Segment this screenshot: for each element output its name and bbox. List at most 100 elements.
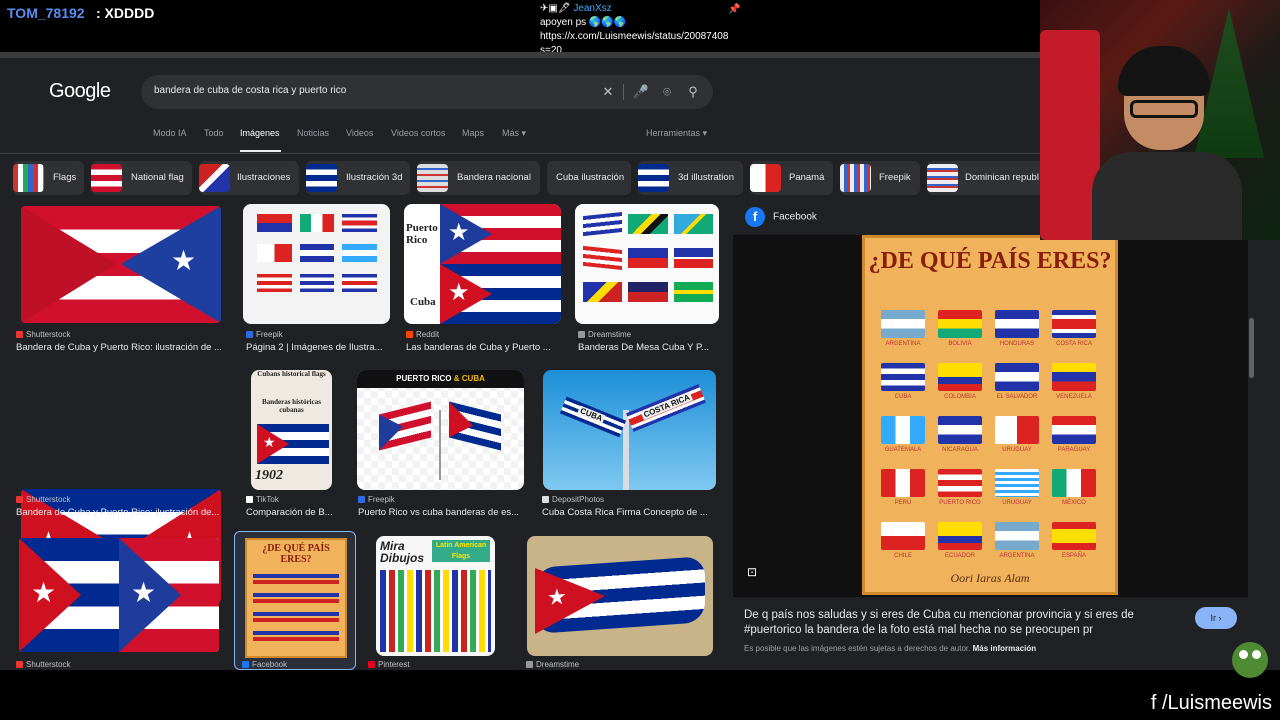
result-image-1[interactable]: ★ <box>21 206 221 323</box>
result-caption[interactable]: Comparación de B... <box>246 507 334 518</box>
stream-chat-bar: TOM_78192 : XDDDD ✈▣🖋 JeanXsz apoyen ps … <box>0 0 1040 56</box>
cuba-flag: ★ <box>440 264 561 324</box>
chip-flags[interactable]: Flags <box>13 161 84 195</box>
tab-videos-cortos[interactable]: Videos cortos <box>391 128 445 138</box>
tools-menu[interactable]: Herramientas ▾ <box>646 128 707 139</box>
result-image-7[interactable]: PUERTO RICO & CUBA <box>357 370 524 490</box>
result-image-8[interactable]: CUBA COSTA RICA <box>543 370 716 490</box>
chip-dominican-republic[interactable]: Dominican republ <box>927 161 1040 195</box>
chip-thumb <box>840 164 871 192</box>
result-image-11[interactable]: Mira Dibujos Latin American Flags <box>376 536 495 656</box>
tile-header-cuba: CUBA <box>461 374 485 383</box>
result-caption[interactable]: Bandera de Cuba y Puerto Rico: ilustraci… <box>16 342 228 353</box>
chat-popup-user: JeanXsz <box>573 3 612 14</box>
chip-ilustracion-3d[interactable]: Ilustración 3d <box>306 161 410 195</box>
chip-cuba-ilustracion[interactable]: Cuba ilustración <box>547 161 631 195</box>
source-label: Shutterstock <box>26 330 71 339</box>
source-label: Freepik <box>256 330 283 339</box>
search-input[interactable]: bandera de cuba de costa rica y puerto r… <box>154 85 346 96</box>
source-label: Shutterstock <box>26 495 71 504</box>
poster-flag <box>938 469 982 497</box>
freepik-icon <box>246 331 253 338</box>
poster-country-label: VENEZUELA <box>1056 394 1092 400</box>
flag-triangle <box>379 408 403 451</box>
result-caption[interactable]: Bandera de Cuba y Puerto Rico: ilustraci… <box>16 507 228 518</box>
result-caption[interactable]: Las banderas de Cuba y Puerto ... <box>406 342 561 353</box>
chip-bandera-nacional[interactable]: Bandera nacional <box>417 161 540 195</box>
result-source: DepositPhotos <box>542 495 604 504</box>
search-box[interactable]: bandera de cuba de costa rica y puerto r… <box>141 75 713 109</box>
result-caption[interactable]: Puerto Rico vs cuba banderas de es... <box>358 507 526 518</box>
mini-flag <box>628 282 668 302</box>
microphone-icon[interactable]: 🎤 <box>632 83 650 101</box>
poster-flag <box>881 363 925 391</box>
source-label: Pinterest <box>378 660 410 669</box>
pepe-emote-icon <box>1232 642 1268 678</box>
chip-3d-illustration[interactable]: 3d illustration <box>638 161 743 195</box>
result-caption[interactable]: Cuba Costa Rica Firma Concepto de ... <box>542 507 714 518</box>
result-image-10-selected[interactable]: ¿DE QUÉ PAÍS ERES? <box>234 531 356 670</box>
chip-thumb <box>927 164 958 192</box>
result-image-6[interactable]: Cubans historical flags Banderas históri… <box>251 370 332 490</box>
result-image-4[interactable] <box>575 204 719 324</box>
chat-popup-line1: apoyen ps 🌎🌎🌎 <box>540 17 627 28</box>
cuba-sign: CUBA <box>559 396 627 438</box>
chip-label: Dominican republ <box>965 172 1039 183</box>
result-source: TikTok <box>246 495 279 504</box>
tab-mas[interactable]: Más ▾ <box>502 128 526 139</box>
star-icon: ★ <box>448 219 470 246</box>
chip-national-flag[interactable]: National flag <box>91 161 192 195</box>
chip-thumb <box>638 164 669 192</box>
mini-flag <box>257 214 292 232</box>
tab-videos[interactable]: Videos <box>346 128 373 138</box>
tab-modo-ia[interactable]: Modo IA <box>153 128 187 138</box>
result-image-9[interactable]: ★ ★ <box>19 538 219 652</box>
streamer-body <box>1092 152 1242 240</box>
result-image-3[interactable]: ★ ★ Puerto Rico Cuba <box>404 204 561 324</box>
result-caption[interactable]: Banderas De Mesa Cuba Y P... <box>578 342 718 353</box>
flag-triangle <box>535 563 605 634</box>
visit-button[interactable]: Ir › <box>1195 607 1237 629</box>
mini-flag <box>628 248 668 268</box>
google-logo[interactable]: Google <box>49 80 111 103</box>
tabs-divider <box>0 153 1040 154</box>
search-icon[interactable]: ⚲ <box>684 83 702 101</box>
preview-image-area[interactable]: ¿DE QUÉ PAÍS ERES? ARGENTINA BOLIVIA HONDU… <box>733 235 1248 597</box>
preview-source[interactable]: f Facebook <box>745 207 817 227</box>
webcam-overlay <box>1040 0 1280 240</box>
result-caption[interactable]: Página 2 | Imágenes de Ilustra... <box>246 342 388 353</box>
poster-flag <box>938 416 982 444</box>
chip-label: 3d illustration <box>678 172 734 183</box>
chip-freepik[interactable]: Freepik <box>840 161 920 195</box>
poster-country-label: COLOMBIA <box>944 394 976 400</box>
tab-maps[interactable]: Maps <box>462 128 484 138</box>
gaming-chair <box>1040 30 1100 240</box>
chat-popup-link: https://x.com/Luismeewis/status/20087408 <box>540 31 729 42</box>
tab-noticias[interactable]: Noticias <box>297 128 329 138</box>
chip-thumb <box>91 164 122 192</box>
active-tab-indicator <box>240 150 281 152</box>
chip-thumb <box>199 164 230 192</box>
chip-ilustraciones[interactable]: Ilustraciones <box>199 161 299 195</box>
result-source: Freepik <box>246 330 283 339</box>
poster-country-label: PERÚ <box>894 500 912 506</box>
lens-icon[interactable]: ⊡ <box>747 565 763 581</box>
source-label: Freepik <box>368 495 395 504</box>
chat-username: TOM_78192 <box>7 5 85 21</box>
chip-panama[interactable]: Panamá <box>750 161 833 195</box>
clear-icon[interactable]: ✕ <box>599 83 617 101</box>
poster-country-label: ARGENTINA <box>885 341 921 347</box>
reddit-icon <box>406 331 413 338</box>
result-image-12[interactable]: ★ <box>527 536 713 656</box>
lens-icon[interactable]: ⌾ <box>658 83 676 101</box>
scrollbar[interactable] <box>1249 318 1254 378</box>
result-image-2[interactable] <box>243 204 390 324</box>
more-info-link[interactable]: Más información <box>973 644 1037 653</box>
stream-bottom-bar: f /Luismeewis <box>0 670 1280 720</box>
tab-imagenes[interactable]: Imágenes <box>240 128 280 138</box>
costa-rica-sign: COSTA RICA <box>626 384 706 432</box>
tab-todo[interactable]: Todo <box>204 128 224 138</box>
poster-flag <box>995 416 1039 444</box>
chat-popup: ✈▣🖋 JeanXsz apoyen ps 🌎🌎🌎 https://x.com/… <box>540 2 750 58</box>
result-source: Shutterstock <box>16 495 70 504</box>
